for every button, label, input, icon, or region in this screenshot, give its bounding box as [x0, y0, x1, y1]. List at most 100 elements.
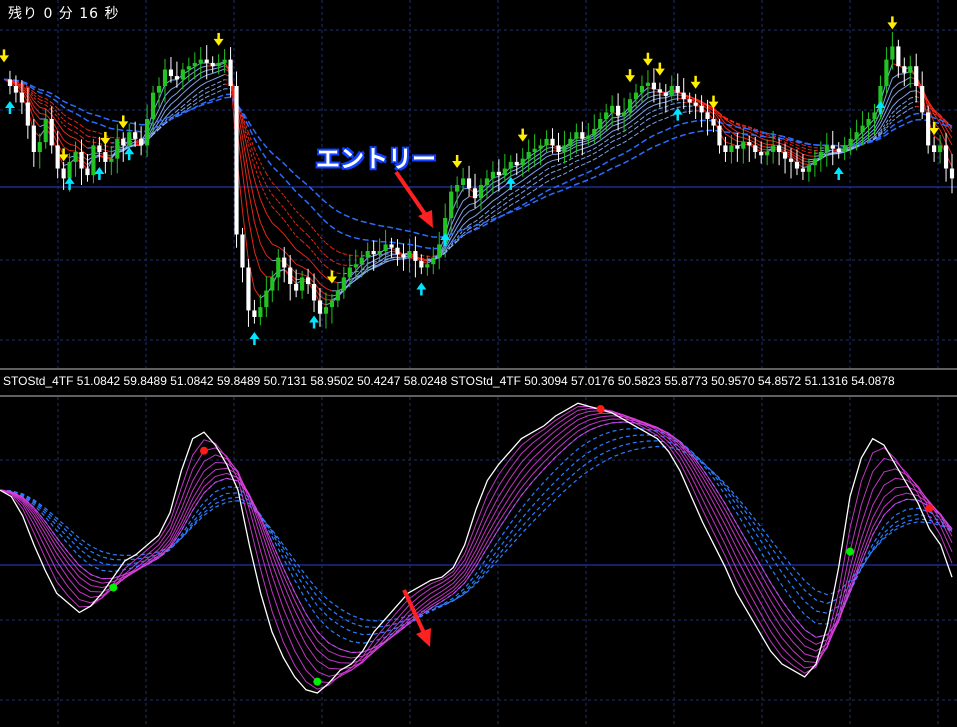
ma-segment [892, 73, 899, 79]
candle-body [598, 119, 603, 129]
ma-segment [307, 258, 315, 266]
ma-segment [671, 102, 678, 105]
ma-segment [510, 195, 518, 201]
candle-body [717, 125, 722, 146]
ma-segment [486, 206, 494, 213]
ma-segment [570, 155, 577, 160]
ma-segment [313, 276, 321, 285]
ma-segment [325, 287, 333, 292]
candle-body [949, 168, 955, 179]
candle-body [288, 267, 293, 284]
sell-arrow [654, 62, 665, 76]
candle-body [305, 277, 311, 284]
ma-segment [516, 191, 523, 197]
ma-segment [546, 178, 553, 183]
ma-segment [617, 130, 625, 135]
candle-body [282, 257, 287, 268]
ma-segment [617, 118, 625, 122]
ma-segment [69, 135, 76, 140]
ma-segment [570, 166, 577, 172]
ma-segment [540, 169, 547, 175]
ma-segment [599, 145, 607, 151]
candle-body [872, 112, 877, 119]
ma-segment [277, 246, 285, 252]
ma-segment [182, 87, 190, 94]
candle-body [240, 234, 245, 268]
ma-segment [75, 145, 82, 151]
candle-body [663, 92, 668, 96]
ma-segment [910, 101, 917, 104]
ma-segment [808, 149, 815, 152]
ma-segment [611, 133, 619, 137]
ma-segment [468, 208, 476, 212]
candle-body [538, 145, 543, 149]
ma-segment [206, 93, 213, 98]
candle-body [180, 69, 185, 80]
ma-segment [594, 155, 601, 160]
ma-segment [546, 160, 553, 164]
candle-body [49, 119, 54, 146]
ma-segment [558, 161, 565, 166]
ma-segment [39, 96, 46, 100]
ma-segment [259, 183, 267, 198]
ma-segment [540, 156, 547, 162]
ma-segment [546, 171, 553, 176]
candle-body [550, 138, 555, 146]
ma-segment [63, 131, 70, 137]
ma-segment [731, 127, 738, 133]
ma-segment [325, 294, 333, 297]
candle-body [818, 152, 823, 159]
ma-segment [802, 147, 810, 151]
ma-segment [200, 96, 207, 101]
candle-body [437, 244, 442, 258]
candle-body [639, 86, 645, 93]
ma-segment [289, 257, 297, 265]
ma-segment [576, 141, 583, 144]
ma-segment [283, 219, 291, 229]
entry-arrow-top [394, 170, 433, 228]
candle-body [526, 152, 531, 159]
buy-arrow [4, 101, 15, 114]
ma-segment [99, 142, 106, 147]
ma-segment [194, 77, 202, 84]
candle-body [782, 152, 788, 159]
ma-segment [259, 172, 267, 186]
ma-segment [635, 117, 643, 124]
candle-body [216, 62, 221, 67]
ma-segment [904, 82, 911, 89]
ma-segment [194, 72, 202, 78]
candle-body [943, 145, 949, 169]
ma-segment [206, 68, 213, 71]
ma-segment [564, 158, 571, 163]
candle-body [926, 112, 931, 146]
candle-body [150, 92, 156, 119]
ma-segment [802, 157, 810, 161]
buy-arrow [416, 282, 427, 296]
ma-segment [253, 288, 261, 299]
ma-segment [265, 173, 273, 183]
ma-segment [206, 72, 213, 76]
candle-body [449, 191, 454, 218]
candle-body [842, 145, 847, 152]
candle-body [854, 132, 859, 139]
candle-body [270, 277, 275, 291]
candle-body [514, 161, 519, 166]
ma-segment [647, 104, 655, 109]
ma-segment [570, 160, 577, 165]
candle-body [294, 284, 299, 291]
ma-segment [623, 131, 631, 137]
ma-segment [498, 192, 506, 198]
ma-segment [331, 247, 339, 253]
ma-segment [93, 141, 100, 144]
ma-segment [283, 234, 291, 243]
ma-segment [307, 246, 315, 254]
candle-body [908, 66, 913, 73]
ma-segment [522, 187, 529, 193]
candle-body [890, 46, 895, 60]
countdown-timer: 残り 0 分 16 秒 [8, 6, 120, 22]
candle-body [419, 260, 424, 268]
candle-body [347, 267, 352, 278]
ma-segment [605, 136, 613, 142]
ma-segment [385, 250, 392, 254]
ma-segment [265, 235, 273, 245]
